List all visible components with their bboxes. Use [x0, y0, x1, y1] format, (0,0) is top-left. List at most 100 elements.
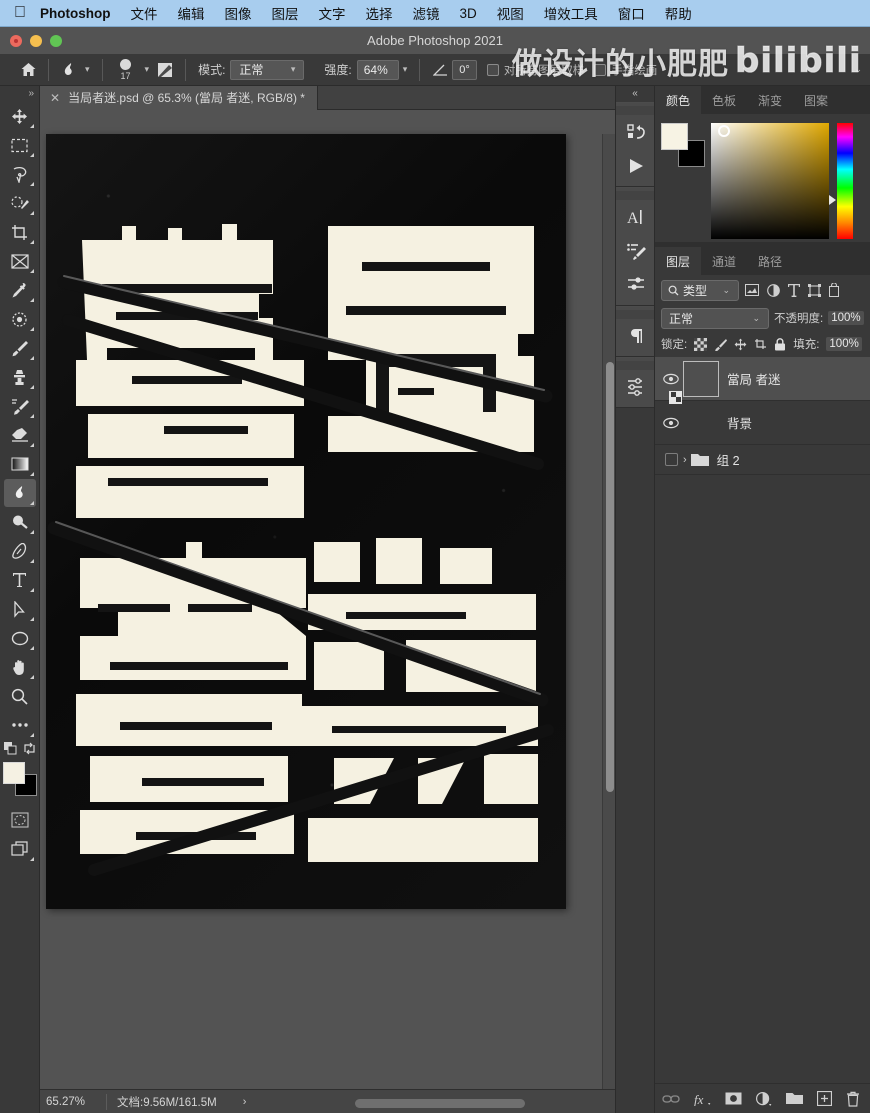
- smudge-tool-icon[interactable]: [57, 58, 81, 82]
- tab-color[interactable]: 颜色: [655, 86, 702, 114]
- dodge-tool[interactable]: [4, 508, 36, 536]
- layer-style-fx-icon[interactable]: fx: [694, 1092, 711, 1106]
- chevron-double-right-icon[interactable]: »: [0, 88, 39, 102]
- frame-tool[interactable]: [4, 247, 36, 275]
- tab-paths[interactable]: 路径: [747, 247, 794, 275]
- chevron-right-icon[interactable]: ›: [243, 1096, 247, 1108]
- eraser-tool[interactable]: [4, 421, 36, 449]
- link-layers-icon[interactable]: [662, 1093, 680, 1105]
- menu-item-help[interactable]: 帮助: [665, 3, 692, 23]
- eyedropper-tool[interactable]: [4, 276, 36, 304]
- tab-swatches[interactable]: 色板: [701, 86, 748, 114]
- delete-layer-icon[interactable]: [846, 1091, 860, 1107]
- color-picker-field[interactable]: [711, 123, 829, 239]
- screen-mode-icon[interactable]: [4, 835, 36, 863]
- canvas-viewport[interactable]: [40, 110, 615, 1089]
- layer-name[interactable]: 背景: [727, 413, 752, 432]
- menu-item-plugins[interactable]: 增效工具: [544, 3, 598, 23]
- layer-visibility-toggle[interactable]: [659, 417, 683, 429]
- brush-tool[interactable]: [4, 334, 36, 362]
- paragraph-panel-icon[interactable]: [616, 319, 656, 353]
- color-panel-swatches[interactable]: [661, 123, 705, 167]
- lock-all-icon[interactable]: [774, 337, 786, 351]
- lock-transparent-pixels-icon[interactable]: [694, 337, 708, 351]
- blend-mode-dropdown[interactable]: 正常 ▾: [230, 59, 305, 80]
- menu-item-type[interactable]: 文字: [319, 3, 346, 23]
- move-tool[interactable]: [4, 102, 36, 130]
- add-layer-mask-icon[interactable]: [725, 1092, 742, 1105]
- menu-item-view[interactable]: 视图: [497, 3, 524, 23]
- fill-value[interactable]: 100%: [826, 337, 862, 351]
- menu-item-select[interactable]: 选择: [366, 3, 393, 23]
- layer-filter-dropdown[interactable]: 类型 ⌄: [661, 279, 739, 301]
- new-group-icon[interactable]: [786, 1092, 803, 1105]
- menu-item-3d[interactable]: 3D: [460, 6, 477, 21]
- crop-tool[interactable]: [4, 218, 36, 246]
- tool-preset-caret[interactable]: ▾: [85, 64, 90, 75]
- history-brush-tool[interactable]: [4, 392, 36, 420]
- layer-name[interactable]: 當局 者迷: [727, 369, 780, 388]
- layer-visibility-toggle[interactable]: [659, 453, 683, 466]
- filter-shape-icon[interactable]: [808, 283, 821, 297]
- layer-thumbnail[interactable]: [669, 390, 719, 441]
- menu-item-filter[interactable]: 滤镜: [413, 3, 440, 23]
- brush-settings-icon[interactable]: [153, 58, 177, 82]
- scrollbar-thumb[interactable]: [606, 362, 614, 792]
- finger-painting-checkbox[interactable]: 手指绘画: [594, 62, 657, 78]
- hand-tool[interactable]: [4, 653, 36, 681]
- menu-item-window[interactable]: 窗口: [618, 3, 645, 23]
- close-icon[interactable]: ✕: [50, 91, 60, 105]
- menu-item-file[interactable]: 文件: [131, 3, 158, 23]
- lock-image-pixels-icon[interactable]: [714, 338, 728, 351]
- new-layer-icon[interactable]: [817, 1091, 832, 1106]
- layer-blend-mode-dropdown[interactable]: 正常 ⌄: [661, 307, 769, 329]
- marquee-tool[interactable]: [4, 131, 36, 159]
- character-panel-icon[interactable]: A: [616, 200, 656, 234]
- angle-input[interactable]: 0°: [452, 59, 477, 80]
- filter-type-icon[interactable]: [788, 283, 800, 297]
- tab-layers[interactable]: 图层: [655, 247, 702, 275]
- lock-artboard-icon[interactable]: [754, 338, 767, 351]
- tab-patterns[interactable]: 图案: [793, 86, 840, 114]
- chevron-double-left-icon[interactable]: «: [616, 86, 654, 102]
- filter-smart-object-icon[interactable]: [829, 283, 841, 297]
- apple-logo-icon[interactable]: : [14, 5, 26, 21]
- spot-healing-tool[interactable]: [4, 305, 36, 333]
- path-selection-tool[interactable]: [4, 595, 36, 623]
- brush-preset-caret[interactable]: ▾: [145, 64, 150, 75]
- menu-item-layer[interactable]: 图层: [272, 3, 299, 23]
- opacity-value[interactable]: 100%: [828, 311, 864, 325]
- filter-adjustment-icon[interactable]: [767, 283, 780, 297]
- document-tab[interactable]: ✕ 当局者迷.psd @ 65.3% (當局 者迷, RGB/8) *: [40, 85, 318, 110]
- lock-position-icon[interactable]: [734, 338, 747, 351]
- scrollbar-thumb[interactable]: [355, 1099, 525, 1108]
- options-overflow-caret[interactable]: ⌄: [854, 64, 862, 75]
- adjustments-panel-icon[interactable]: [616, 268, 656, 302]
- chevron-right-icon[interactable]: ›: [683, 454, 687, 466]
- default-colors-icon[interactable]: [3, 741, 17, 755]
- color-panel-foreground-swatch[interactable]: [661, 123, 688, 150]
- canvas-horizontal-scrollbar[interactable]: [355, 1099, 605, 1108]
- canvas-vertical-scrollbar[interactable]: [602, 134, 615, 1089]
- strength-input[interactable]: 64%: [356, 59, 399, 80]
- strength-caret[interactable]: ▾: [403, 64, 408, 75]
- home-icon[interactable]: [16, 58, 40, 82]
- properties-panel-icon[interactable]: [616, 370, 656, 404]
- zoom-level-field[interactable]: 65.27%: [40, 1096, 106, 1108]
- lasso-tool[interactable]: [4, 160, 36, 188]
- sample-all-layers-checkbox[interactable]: 对所有图层取样: [486, 62, 584, 78]
- clone-stamp-tool[interactable]: [4, 363, 36, 391]
- brush-size-preview[interactable]: 17: [111, 56, 141, 84]
- quick-selection-tool[interactable]: [4, 189, 36, 217]
- filter-pixel-icon[interactable]: [745, 284, 759, 296]
- swap-colors-icon[interactable]: [23, 742, 36, 755]
- foreground-color-swatch[interactable]: [2, 762, 25, 784]
- zoom-window-button[interactable]: [50, 35, 62, 47]
- type-tool[interactable]: [4, 566, 36, 594]
- layer-row-artwork[interactable]: 當局 者迷: [655, 357, 870, 401]
- gradient-tool[interactable]: [4, 450, 36, 478]
- layer-visibility-toggle[interactable]: [659, 373, 683, 385]
- smudge-tool[interactable]: [3, 479, 36, 507]
- color-picker-handle[interactable]: [718, 125, 730, 137]
- tab-channels[interactable]: 通道: [701, 247, 748, 275]
